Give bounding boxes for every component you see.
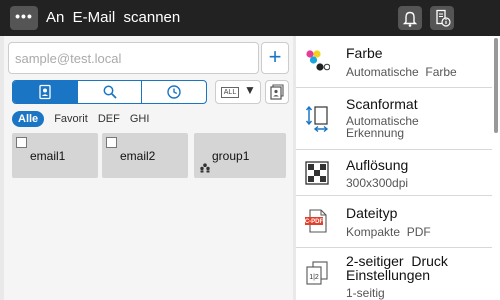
- setting-value: Kompakte PDF: [346, 225, 431, 239]
- select-checkbox[interactable]: [16, 137, 27, 148]
- setting-duplex[interactable]: 1|2 2-seitiger Druck Einstellungen 1-sei…: [296, 248, 492, 300]
- color-icon: [306, 50, 330, 71]
- device-info-icon: [436, 9, 451, 27]
- destination-card-group1[interactable]: group1: [194, 133, 286, 178]
- setting-file-type[interactable]: C-PDF Dateityp Kompakte PDF: [296, 196, 492, 248]
- destination-label: email2: [120, 149, 156, 163]
- scan-size-icon: [305, 106, 329, 132]
- all-filter-label: ALL: [221, 87, 239, 98]
- destination-card-email2[interactable]: email2: [102, 133, 188, 178]
- menu-button[interactable]: •••: [10, 6, 38, 30]
- destination-card-email1[interactable]: email1: [12, 133, 98, 178]
- filter-ghi[interactable]: GHI: [130, 113, 150, 125]
- notification-button[interactable]: [398, 6, 422, 30]
- setting-value: Automatische Farbe: [346, 65, 457, 79]
- search-mode-tabs: [12, 80, 207, 104]
- address-detail-icon: [270, 84, 284, 100]
- setting-value: Automatische Erkennung: [346, 114, 419, 140]
- chevron-down-icon: ▼: [244, 83, 256, 97]
- bell-icon: [402, 11, 418, 27]
- address-book-icon: [39, 84, 51, 100]
- group-icon: [200, 163, 210, 173]
- title-bar: ••• An E-Mail scannen: [0, 0, 500, 36]
- email-address-input[interactable]: [8, 42, 259, 74]
- setting-name: 2-seitiger Druck Einstellungen: [346, 253, 448, 283]
- index-filter-bar: Alle Favorit DEF GHI: [12, 110, 159, 128]
- setting-value: 300x300dpi: [346, 176, 409, 190]
- destination-label: group1: [212, 149, 250, 163]
- setting-name: Scanformat: [346, 96, 418, 112]
- setting-resolution[interactable]: Auflösung 300x300dpi: [296, 150, 492, 196]
- destination-panel: + ALL ▼: [4, 36, 293, 300]
- tab-address-book[interactable]: [13, 81, 78, 103]
- setting-value: 1-seitig: [346, 286, 385, 300]
- setting-scan-size[interactable]: Scanformat Automatische Erkennung: [296, 88, 492, 150]
- tab-history[interactable]: [142, 81, 206, 103]
- page-title: An E-Mail scannen: [46, 9, 181, 26]
- settings-scrollbar[interactable]: [494, 38, 498, 133]
- clock-icon: [167, 85, 181, 99]
- file-type-icon: C-PDF: [305, 209, 327, 233]
- type-filter-dropdown[interactable]: ALL ▼: [215, 80, 261, 104]
- search-icon: [103, 85, 117, 99]
- select-checkbox[interactable]: [106, 137, 117, 148]
- filter-favorite[interactable]: Favorit: [54, 113, 88, 125]
- resolution-icon: [305, 161, 329, 185]
- destination-label: email1: [30, 149, 66, 163]
- add-destination-button[interactable]: +: [261, 42, 289, 74]
- setting-name: Farbe: [346, 45, 383, 61]
- device-info-button[interactable]: [430, 6, 454, 30]
- svg-text:C-PDF: C-PDF: [305, 219, 324, 225]
- duplex-icon: 1|2: [306, 261, 328, 285]
- settings-panel: Farbe Automatische Farbe Scanformat Auto…: [296, 36, 500, 300]
- setting-name: Dateityp: [346, 205, 398, 221]
- svg-text:1|2: 1|2: [309, 274, 319, 281]
- detail-view-button[interactable]: [265, 80, 289, 104]
- setting-color[interactable]: Farbe Automatische Farbe: [296, 36, 492, 88]
- tab-search[interactable]: [78, 81, 143, 103]
- filter-def[interactable]: DEF: [98, 113, 120, 125]
- setting-name: Auflösung: [346, 157, 409, 173]
- filter-all[interactable]: Alle: [12, 111, 45, 127]
